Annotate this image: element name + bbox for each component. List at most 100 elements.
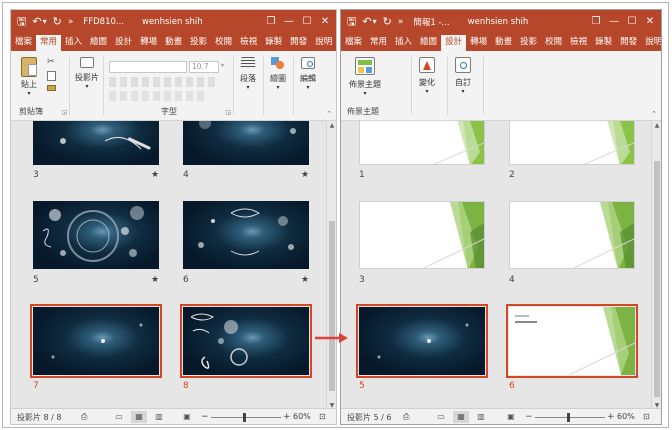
zoom-in-icon[interactable]: + bbox=[283, 412, 291, 422]
customize-button[interactable]: 自訂 ▾ bbox=[455, 57, 471, 95]
zoom-out-icon[interactable]: − bbox=[201, 412, 209, 422]
tab-draw[interactable]: 繪圖 bbox=[86, 35, 111, 51]
editing-button[interactable]: 編輯 ▾ bbox=[300, 57, 316, 91]
zoom-level[interactable]: 60% bbox=[617, 412, 635, 421]
save-icon[interactable]: 🖫 bbox=[347, 10, 356, 34]
zoom-level[interactable]: 60% bbox=[293, 412, 311, 421]
tab-design[interactable]: 設計 bbox=[111, 35, 136, 51]
vertical-scrollbar[interactable]: ▲ ▼ bbox=[326, 121, 336, 410]
tab-transitions[interactable]: 轉場 bbox=[136, 35, 161, 51]
collapse-ribbon-icon[interactable]: ⌃ bbox=[326, 110, 332, 118]
slide-thumbnail[interactable] bbox=[33, 201, 159, 269]
slide-sorter-view-icon[interactable]: ▦ bbox=[453, 411, 469, 423]
user-name[interactable]: wenhsien shih bbox=[142, 17, 203, 27]
paste-button[interactable]: 貼上 ▾ bbox=[17, 57, 41, 97]
slide-thumbnail[interactable] bbox=[359, 121, 485, 165]
tab-record[interactable]: 錄製 bbox=[261, 35, 286, 51]
close-button[interactable]: ✕ bbox=[316, 10, 334, 34]
zoom-slider-thumb[interactable] bbox=[567, 413, 570, 422]
zoom-in-icon[interactable]: + bbox=[607, 412, 615, 422]
tab-insert[interactable]: 插入 bbox=[61, 35, 86, 51]
reading-view-icon[interactable]: ▥ bbox=[473, 411, 489, 423]
slide-thumbnail[interactable] bbox=[509, 201, 635, 269]
tab-transitions[interactable]: 轉場 bbox=[466, 35, 491, 51]
drawing-button[interactable]: 繪圖 ▾ bbox=[270, 57, 286, 91]
minimize-button[interactable]: — bbox=[280, 10, 298, 34]
paragraph-button[interactable]: 段落 ▾ bbox=[240, 57, 256, 91]
tab-slideshow[interactable]: 投影 bbox=[516, 35, 541, 51]
slideshow-view-icon[interactable]: ▣ bbox=[179, 411, 195, 423]
scroll-thumb[interactable] bbox=[329, 221, 335, 391]
tab-view[interactable]: 檢視 bbox=[566, 35, 591, 51]
accessibility-icon[interactable]: ⎙ bbox=[81, 412, 87, 422]
font-name-field[interactable] bbox=[109, 61, 187, 73]
save-icon[interactable]: 🖫 bbox=[17, 10, 26, 34]
themes-button[interactable]: 佈景主題 ▾ bbox=[349, 57, 381, 97]
font-size-dropdown-icon[interactable]: ▾ bbox=[221, 62, 224, 69]
redo-icon[interactable]: ↻ bbox=[53, 10, 62, 34]
tab-developer[interactable]: 開發 bbox=[616, 35, 641, 51]
slide-thumbnail[interactable] bbox=[33, 121, 159, 165]
tab-home[interactable]: 常用 bbox=[366, 35, 391, 51]
ribbon-display-icon[interactable]: ❐ bbox=[587, 10, 605, 34]
slide-thumbnail[interactable] bbox=[359, 201, 485, 269]
tab-review[interactable]: 校閱 bbox=[541, 35, 566, 51]
undo-dropdown-icon[interactable]: ▾ bbox=[43, 10, 47, 34]
ribbon-display-icon[interactable]: ❐ bbox=[262, 10, 280, 34]
variants-button[interactable]: 變化 ▾ bbox=[419, 57, 435, 95]
font-format-buttons[interactable] bbox=[109, 77, 219, 87]
maximize-button[interactable]: ☐ bbox=[623, 10, 641, 34]
dialog-launcher-icon[interactable]: ◲ bbox=[225, 109, 231, 116]
tab-insert[interactable]: 插入 bbox=[391, 35, 416, 51]
undo-icon[interactable]: ↶ bbox=[362, 10, 371, 34]
tab-review[interactable]: 校閱 bbox=[211, 35, 236, 51]
tab-help[interactable]: 說明 bbox=[641, 35, 661, 51]
tab-animations[interactable]: 動畫 bbox=[161, 35, 186, 51]
tab-file[interactable]: 檔案 bbox=[11, 35, 36, 51]
tab-help[interactable]: 說明 bbox=[311, 35, 336, 51]
tab-developer[interactable]: 開發 bbox=[286, 35, 311, 51]
cut-icon[interactable]: ✂ bbox=[47, 57, 55, 67]
tab-design[interactable]: 設計 bbox=[441, 35, 467, 51]
redo-icon[interactable]: ↻ bbox=[383, 10, 392, 34]
slide-sorter-view-icon[interactable]: ▦ bbox=[131, 411, 147, 423]
zoom-slider[interactable] bbox=[211, 417, 281, 418]
more-commands-icon[interactable]: » bbox=[398, 10, 404, 34]
maximize-button[interactable]: ☐ bbox=[298, 10, 316, 34]
vertical-scrollbar[interactable]: ▲ ▼ bbox=[651, 121, 661, 410]
scroll-up-arrow[interactable]: ▲ bbox=[652, 122, 661, 129]
fit-window-icon[interactable]: ⊡ bbox=[643, 412, 650, 421]
undo-dropdown-icon[interactable]: ▾ bbox=[373, 10, 377, 34]
tab-view[interactable]: 檢視 bbox=[236, 35, 261, 51]
close-button[interactable]: ✕ bbox=[641, 10, 659, 34]
tab-file[interactable]: 檔案 bbox=[341, 35, 366, 51]
copy-icon[interactable] bbox=[47, 71, 56, 81]
user-name[interactable]: wenhsien shih bbox=[468, 17, 529, 27]
normal-view-icon[interactable]: ▭ bbox=[111, 411, 127, 423]
slide-thumbnail-selected[interactable] bbox=[30, 304, 162, 378]
zoom-slider[interactable] bbox=[535, 417, 605, 418]
reading-view-icon[interactable]: ▥ bbox=[151, 411, 167, 423]
font-size-field[interactable]: 10.7 bbox=[189, 61, 219, 73]
new-slide-button[interactable]: 投影片 ▾ bbox=[75, 57, 99, 90]
slide-thumbnail[interactable] bbox=[509, 121, 635, 165]
slide-thumbnail-selected[interactable] bbox=[356, 304, 488, 378]
format-painter-icon[interactable] bbox=[47, 85, 56, 91]
slide-thumbnail[interactable] bbox=[183, 121, 309, 165]
slide-thumbnail[interactable] bbox=[183, 201, 309, 269]
tab-home[interactable]: 常用 bbox=[36, 35, 62, 51]
accessibility-icon[interactable]: ⎙ bbox=[403, 412, 409, 422]
minimize-button[interactable]: — bbox=[605, 10, 623, 34]
fit-window-icon[interactable]: ⊡ bbox=[319, 412, 326, 421]
scroll-up-arrow[interactable]: ▲ bbox=[327, 122, 336, 129]
slide-thumbnail-selected[interactable] bbox=[506, 304, 638, 378]
undo-icon[interactable]: ↶ bbox=[32, 10, 41, 34]
font-effects-buttons[interactable] bbox=[109, 91, 205, 101]
zoom-slider-thumb[interactable] bbox=[243, 413, 246, 422]
tab-draw[interactable]: 繪圖 bbox=[416, 35, 441, 51]
zoom-out-icon[interactable]: − bbox=[525, 412, 533, 422]
normal-view-icon[interactable]: ▭ bbox=[433, 411, 449, 423]
slide-thumbnail-selected[interactable] bbox=[180, 304, 312, 378]
dialog-launcher-icon[interactable]: ◲ bbox=[61, 109, 67, 116]
tab-record[interactable]: 錄製 bbox=[591, 35, 616, 51]
